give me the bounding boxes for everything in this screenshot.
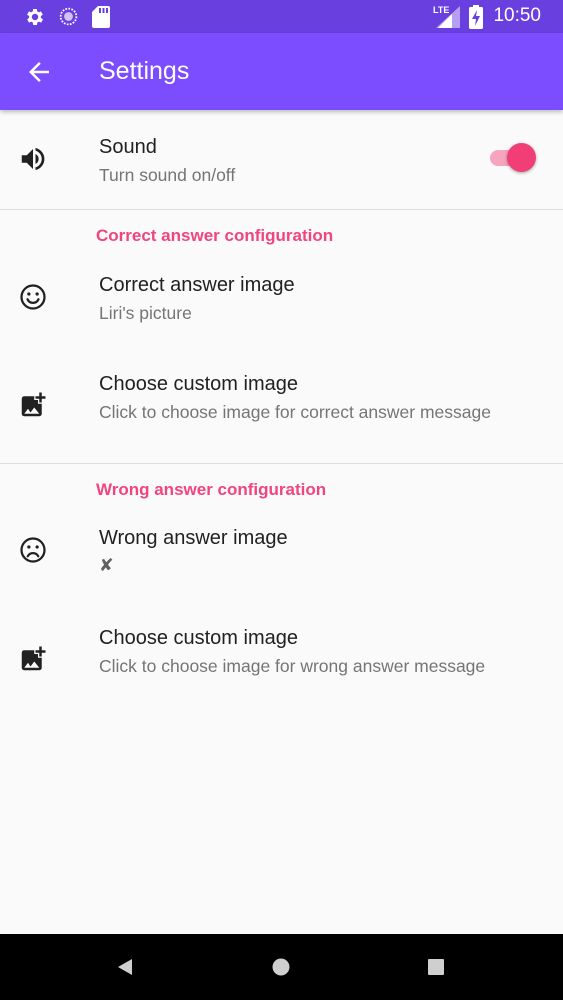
smiley-icon — [20, 284, 46, 310]
wrong-section-header: Wrong answer configuration — [96, 480, 327, 499]
add-photo-icon — [21, 392, 46, 417]
correct-answer-image-preference[interactable]: Correct answer image Liri's picture — [0, 258, 563, 338]
lte-signal-icon — [436, 6, 460, 28]
page-title: Settings — [99, 57, 190, 85]
correct-custom-summary: Click to choose image for correct answer… — [99, 402, 491, 422]
wrong-answer-image-preference[interactable]: Wrong answer image ✘ — [0, 511, 563, 591]
wrong-custom-summary: Click to choose image for wrong answer m… — [99, 656, 486, 676]
settings-icon — [27, 9, 43, 25]
wrong-image-title: Wrong answer image — [99, 527, 288, 549]
correct-custom-image-preference[interactable]: Choose custom image Click to choose imag… — [0, 357, 563, 447]
status-time: 10:50 — [493, 5, 541, 26]
sound-toggle-thumb — [507, 143, 536, 172]
back-triangle-icon[interactable] — [115, 957, 135, 977]
correct-section-header: Correct answer configuration — [96, 226, 334, 245]
add-photo-icon — [21, 646, 46, 671]
arrow-back-icon[interactable] — [24, 57, 54, 87]
sound-summary: Turn sound on/off — [99, 165, 236, 185]
sound-preference[interactable]: Sound Turn sound on/off — [0, 110, 563, 209]
recents-square-icon[interactable] — [428, 959, 444, 975]
sound-toggle[interactable] — [490, 143, 538, 173]
divider — [0, 463, 563, 464]
app-bar: Settings — [0, 33, 563, 110]
sd-card-icon — [92, 6, 110, 28]
sync-icon — [59, 7, 78, 26]
divider — [0, 209, 563, 210]
wrong-custom-image-preference[interactable]: Choose custom image Click to choose imag… — [0, 611, 563, 701]
correct-image-title: Correct answer image — [99, 274, 295, 296]
correct-image-summary: Liri's picture — [99, 303, 192, 323]
correct-custom-title: Choose custom image — [99, 373, 298, 395]
wrong-custom-title: Choose custom image — [99, 627, 298, 649]
volume-icon — [21, 148, 45, 170]
battery-charging-icon — [469, 5, 483, 29]
sound-title: Sound — [99, 136, 157, 158]
navigation-bar — [0, 934, 563, 1000]
wrong-image-summary: ✘ — [99, 555, 114, 575]
status-bar: LTE 10:50 — [0, 0, 563, 33]
home-circle-icon[interactable] — [271, 957, 291, 977]
sad-face-icon — [20, 537, 46, 563]
